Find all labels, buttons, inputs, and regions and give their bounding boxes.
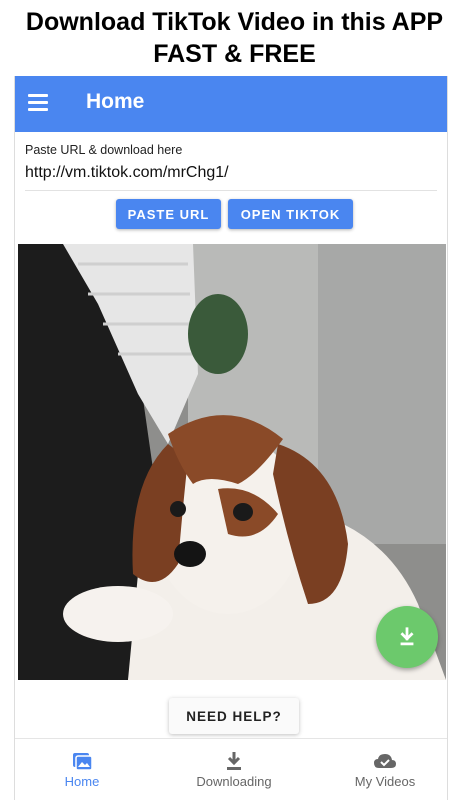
url-input-underline	[25, 190, 437, 191]
download-fab[interactable]	[376, 606, 438, 668]
download-icon	[400, 627, 414, 646]
nav-label-downloading: Downloading	[196, 774, 272, 789]
video-thumbnail	[18, 244, 446, 680]
nav-item-home[interactable]: Home	[17, 739, 153, 800]
nav-item-my-videos[interactable]: My Videos	[320, 739, 447, 800]
download-arrow-icon	[227, 752, 241, 770]
nav-label-home: Home	[64, 774, 100, 789]
cloud-check-icon	[374, 754, 396, 768]
promo-line-1: Download TikTok Video in this APP	[25, 8, 444, 36]
video-preview[interactable]	[18, 244, 446, 680]
url-input[interactable]: http://vm.tiktok.com/mrChg1/	[25, 164, 229, 182]
image-gallery-icon	[73, 753, 93, 771]
page-title: Home	[86, 90, 145, 113]
url-label: Paste URL & download here	[25, 143, 183, 157]
app-screen: Home Paste URL & download here http://vm…	[14, 76, 448, 800]
paste-url-button[interactable]: PASTE URL	[116, 199, 221, 229]
nav-item-downloading[interactable]: Downloading	[169, 739, 299, 800]
app-bar: Home	[15, 76, 447, 132]
nav-label-my-videos: My Videos	[354, 774, 416, 789]
promo-line-2: FAST & FREE	[153, 40, 316, 68]
hamburger-menu-icon[interactable]	[28, 94, 48, 111]
bottom-navigation: Home Downloading My Videos	[15, 738, 447, 800]
open-tiktok-button[interactable]: OPEN TIKTOK	[228, 199, 353, 229]
need-help-button[interactable]: NEED HELP?	[169, 698, 299, 734]
